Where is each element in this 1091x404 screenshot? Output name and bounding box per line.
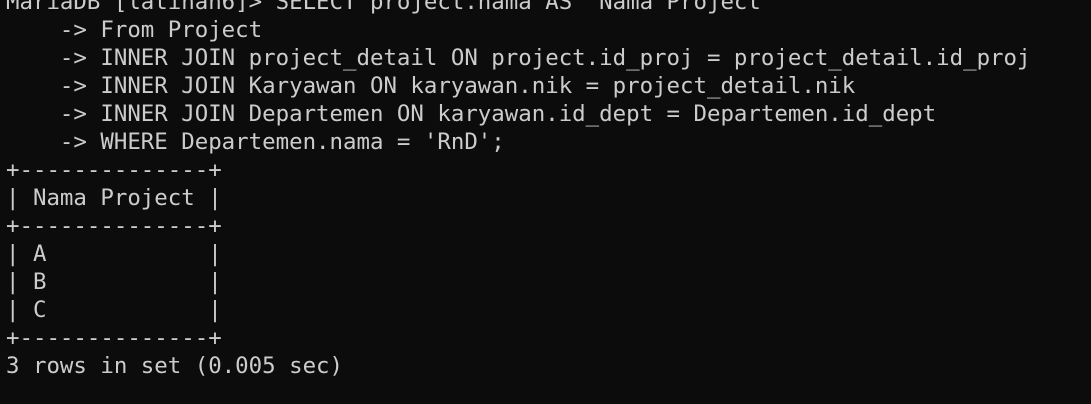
continuation-line: -> INNER JOIN project_detail ON project.… (6, 45, 1031, 71)
continuation-line: -> From Project (6, 17, 263, 43)
table-header: | Nama Project | (6, 185, 222, 211)
prompt-line: MariaDB [latihan6]> SELECT project.nama … (6, 0, 775, 15)
result-table: +--------------+ | Nama Project | +-----… (6, 156, 1091, 352)
table-row: | C | (6, 297, 222, 323)
terminal-window[interactable]: MariaDB [latihan6]> SELECT project.nama … (0, 0, 1091, 404)
continuation-line: -> INNER JOIN Karyawan ON karyawan.nik =… (6, 73, 856, 99)
continuation-line: -> WHERE Departemen.nama = 'RnD'; (6, 129, 505, 155)
table-border-bottom: +--------------+ (6, 325, 222, 351)
continuation-line: -> INNER JOIN Departemen ON karyawan.id_… (6, 101, 937, 127)
table-row: | A | (6, 241, 222, 267)
status-line: 3 rows in set (0.005 sec) (6, 353, 344, 379)
table-border-mid: +--------------+ (6, 213, 222, 239)
table-border-top: +--------------+ (6, 157, 222, 183)
table-row: | B | (6, 269, 222, 295)
